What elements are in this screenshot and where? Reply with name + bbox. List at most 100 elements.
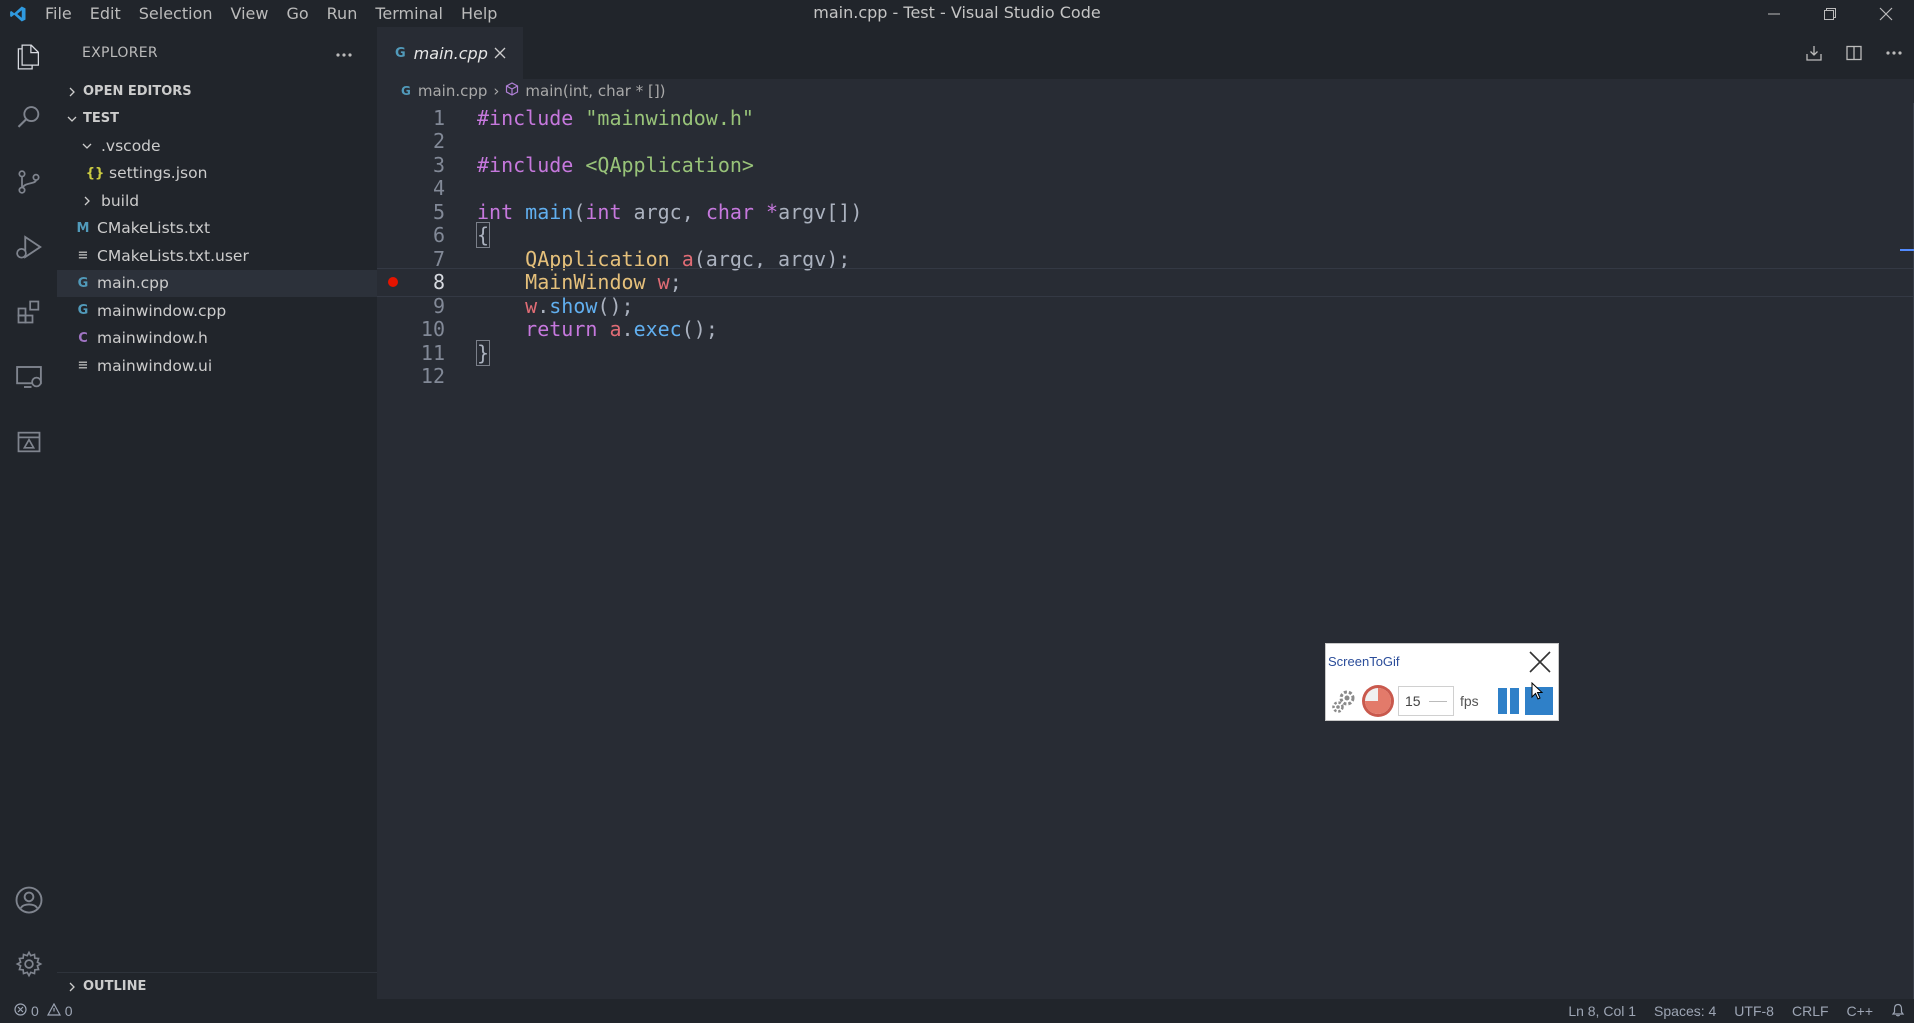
- tree-item-build-folder[interactable]: build: [57, 187, 377, 215]
- fps-value: 15: [1405, 693, 1421, 709]
- feedback-icon[interactable]: [1882, 1003, 1914, 1020]
- source-control-icon[interactable]: [0, 152, 57, 212]
- cpp-icon: G: [401, 84, 411, 98]
- pause-icon: [1497, 688, 1519, 714]
- menu-edit[interactable]: Edit: [81, 0, 130, 27]
- explorer-sidebar: EXPLORER OPEN EDITORS TEST .vscode {} se…: [57, 27, 377, 999]
- screentogif-pause-button[interactable]: [1495, 687, 1523, 715]
- project-section[interactable]: TEST: [57, 105, 377, 132]
- menu-bar: File Edit Selection View Go Run Terminal…: [36, 0, 506, 27]
- open-editors-section[interactable]: OPEN EDITORS: [57, 78, 377, 105]
- menu-file[interactable]: File: [36, 0, 81, 27]
- breakpoint-icon[interactable]: [388, 277, 398, 287]
- cpp-icon: G: [77, 275, 89, 291]
- close-tab-icon[interactable]: [491, 44, 509, 62]
- screentogif-title: ScreenToGif: [1328, 654, 1400, 669]
- restore-button[interactable]: [1802, 0, 1858, 27]
- remote-explorer-icon[interactable]: [0, 347, 57, 407]
- cpp-icon: G: [77, 303, 89, 319]
- tree-item-mainwindow-cpp[interactable]: G mainwindow.cpp: [57, 297, 377, 325]
- restore-icon: [1824, 7, 1836, 20]
- status-bar: 0 0 Ln 8, Col 1 Spaces: 4 UTF-8 CRLF C++: [0, 999, 1914, 1023]
- code-line[interactable]: 12: [377, 362, 1914, 391]
- minimize-icon: [1768, 13, 1780, 14]
- open-editors-label: OPEN EDITORS: [83, 84, 192, 99]
- close-window-button[interactable]: [1858, 0, 1914, 27]
- explorer-title: EXPLORER: [82, 44, 158, 61]
- end-of-line[interactable]: CRLF: [1783, 1003, 1838, 1019]
- tab-main-cpp[interactable]: G main.cpp: [377, 27, 523, 79]
- problems-status[interactable]: 0 0: [0, 1002, 73, 1019]
- c-header-icon: C: [78, 330, 88, 346]
- menu-go[interactable]: Go: [277, 0, 317, 27]
- status-right: Ln 8, Col 1 Spaces: 4 UTF-8 CRLF C++: [1559, 999, 1914, 1023]
- breadcrumb-separator: ›: [493, 82, 500, 100]
- menu-selection[interactable]: Selection: [130, 0, 222, 27]
- chevron-down-icon: [63, 114, 81, 124]
- cpp-icon: G: [395, 45, 406, 61]
- run-debug-icon[interactable]: [0, 217, 57, 277]
- error-icon: [14, 1003, 27, 1019]
- outline-header[interactable]: OUTLINE: [57, 973, 377, 1000]
- open-changes-icon[interactable]: [1794, 27, 1834, 79]
- tree-item-label: CMakeLists.txt.user: [97, 246, 249, 265]
- extensions-icon[interactable]: [0, 282, 57, 342]
- screentogif-settings-button[interactable]: [1328, 685, 1360, 717]
- error-count: 0: [31, 1003, 39, 1019]
- settings-gear-icon[interactable]: [0, 934, 57, 994]
- menu-terminal[interactable]: Terminal: [366, 0, 452, 27]
- warning-icon: [46, 1002, 61, 1019]
- encoding[interactable]: UTF-8: [1725, 1003, 1783, 1019]
- tree-item-settings-json[interactable]: {} settings.json: [57, 160, 377, 188]
- menu-help[interactable]: Help: [452, 0, 506, 27]
- cmake-panel-icon[interactable]: [0, 412, 57, 472]
- fps-stepper-divider: [1428, 700, 1447, 702]
- tree-item-cmakelists[interactable]: M CMakeLists.txt: [57, 215, 377, 243]
- cursor-position[interactable]: Ln 8, Col 1: [1559, 1003, 1645, 1019]
- more-actions-icon[interactable]: [1874, 27, 1914, 79]
- close-icon: [1879, 7, 1893, 20]
- breadcrumb: G main.cpp › main(int, char * []): [377, 79, 1914, 103]
- fps-input[interactable]: 15: [1398, 686, 1454, 716]
- window-controls: [1746, 0, 1914, 27]
- indentation[interactable]: Spaces: 4: [1645, 1003, 1725, 1019]
- tab-label: main.cpp: [413, 43, 488, 63]
- menu-view[interactable]: View: [222, 0, 278, 27]
- scroll-position-marker: [1900, 249, 1914, 251]
- screentogif-recorder[interactable]: ScreenToGif 15 fps: [1325, 643, 1559, 721]
- chevron-right-icon: [63, 982, 81, 992]
- warning-count: 0: [64, 1003, 73, 1019]
- tree-item-label: .vscode: [101, 136, 161, 155]
- title-bar: File Edit Selection View Go Run Terminal…: [0, 0, 1914, 27]
- chevron-down-icon: [79, 141, 95, 151]
- project-label: TEST: [83, 111, 119, 126]
- symbol-method-icon: [505, 82, 519, 100]
- vscode-logo-icon[interactable]: [0, 0, 36, 27]
- language-mode[interactable]: C++: [1838, 1003, 1882, 1019]
- tree-item-mainwindow-ui[interactable]: ≡ mainwindow.ui: [57, 352, 377, 380]
- record-timer-icon: [1362, 685, 1394, 717]
- split-editor-icon[interactable]: [1834, 27, 1874, 79]
- explorer-icon[interactable]: [0, 27, 57, 87]
- screentogif-close-button[interactable]: [1526, 648, 1554, 676]
- line-number: 12: [420, 364, 445, 388]
- chevron-right-icon: [63, 87, 81, 97]
- menu-run[interactable]: Run: [318, 0, 367, 27]
- tree-item-label: settings.json: [109, 164, 208, 183]
- accounts-icon[interactable]: [0, 870, 57, 930]
- breadcrumb-symbol[interactable]: main(int, char * []): [525, 82, 665, 100]
- tree-item-vscode-folder[interactable]: .vscode: [57, 132, 377, 160]
- search-icon[interactable]: [0, 87, 57, 147]
- close-icon: [1529, 651, 1551, 673]
- breadcrumb-file[interactable]: main.cpp: [418, 82, 488, 100]
- outline-section[interactable]: OUTLINE: [57, 972, 377, 999]
- tree-item-cmakelists-user[interactable]: ≡ CMakeLists.txt.user: [57, 242, 377, 270]
- minimize-button[interactable]: [1746, 0, 1802, 27]
- tree-item-label: CMakeLists.txt: [97, 219, 211, 238]
- cmake-icon: M: [76, 220, 90, 236]
- more-actions-icon[interactable]: [335, 44, 353, 62]
- screentogif-record-button[interactable]: [1360, 683, 1396, 719]
- editor-actions: [1794, 27, 1914, 79]
- tree-item-main-cpp[interactable]: G main.cpp: [57, 269, 377, 297]
- tree-item-mainwindow-h[interactable]: C mainwindow.h: [57, 325, 377, 353]
